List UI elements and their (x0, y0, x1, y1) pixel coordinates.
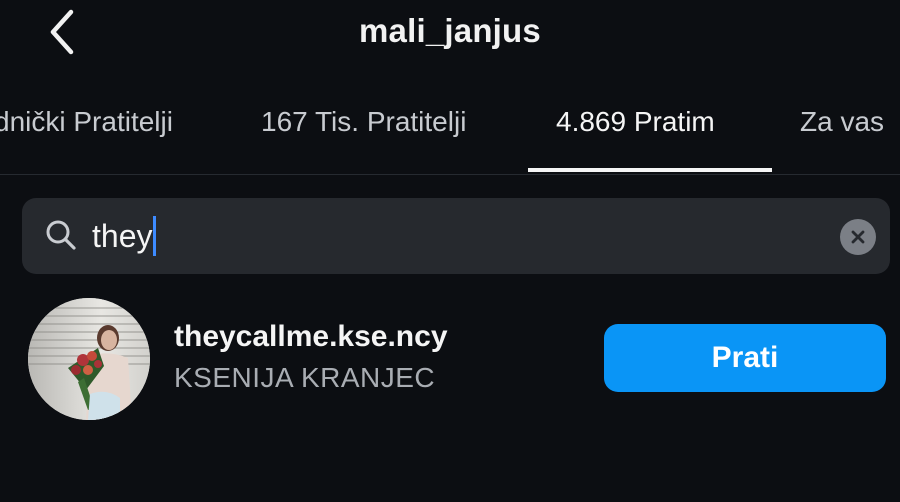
search-input-value: they (92, 218, 153, 254)
follow-button[interactable]: Prati (604, 324, 886, 392)
avatar-image (28, 298, 150, 420)
following-screen: mali_janjus dnički Pratitelji 167 Tis. P… (0, 0, 900, 502)
top-bar: mali_janjus (0, 0, 900, 70)
result-full-name: KSENIJA KRANJEC (174, 362, 436, 393)
active-tab-indicator (528, 168, 772, 172)
avatar[interactable] (28, 298, 150, 420)
search-input[interactable]: they (92, 214, 157, 258)
search-result-row[interactable]: theycallme.kse.ncy KSENIJA KRANJEC Prati (0, 296, 900, 422)
tab-following[interactable]: 4.869 Pratim (556, 106, 715, 138)
tab-bar: dnički Pratitelji 167 Tis. Pratitelji 4.… (0, 96, 900, 175)
clear-icon (851, 230, 865, 244)
tab-mutual-followers[interactable]: dnički Pratitelji (0, 106, 173, 138)
page-title: mali_janjus (359, 12, 541, 49)
tab-followers[interactable]: 167 Tis. Pratitelji (261, 106, 466, 138)
search-icon (46, 220, 76, 250)
result-username[interactable]: theycallme.kse.ncy (174, 320, 448, 354)
tab-for-you[interactable]: Za vas (800, 106, 884, 138)
clear-search-button[interactable] (840, 219, 876, 255)
text-caret (153, 216, 157, 256)
